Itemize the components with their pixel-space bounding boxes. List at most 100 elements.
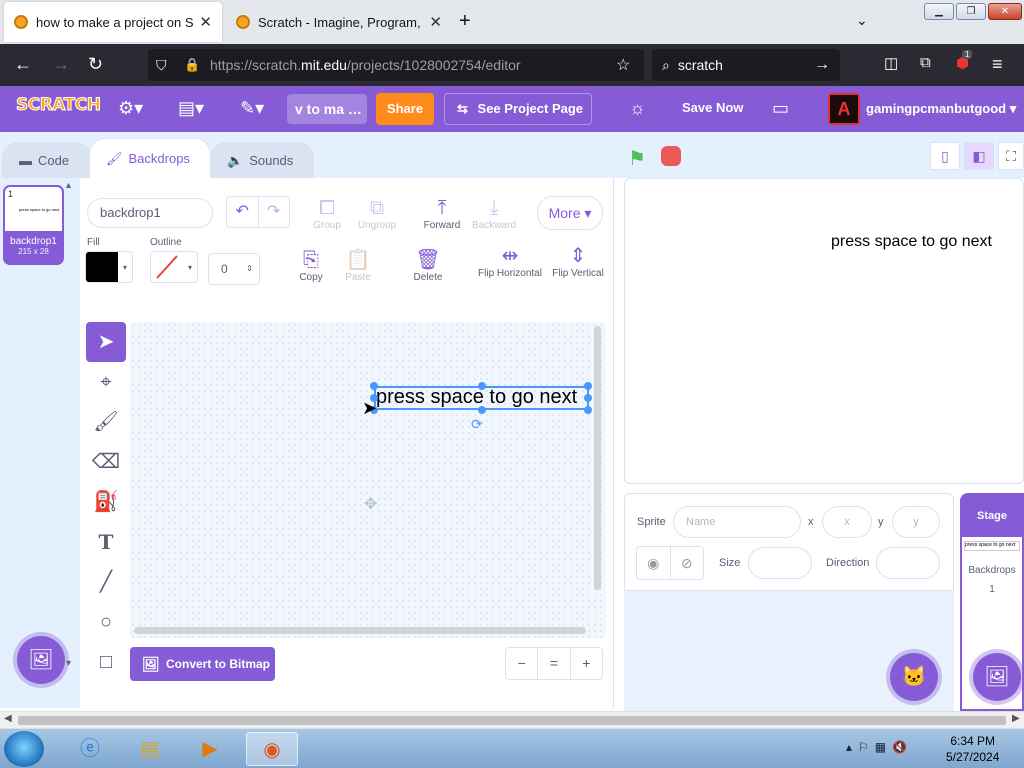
convert-to-bitmap-button[interactable]: 🖼 Convert to Bitmap	[130, 647, 275, 681]
avatar[interactable]: A	[828, 93, 860, 125]
my-stuff-folder-icon[interactable]: ▭	[772, 98, 789, 119]
resize-handle[interactable]	[584, 382, 592, 390]
green-flag-icon[interactable]: ⚑	[628, 146, 646, 171]
size-input[interactable]	[748, 547, 812, 579]
media-player-icon[interactable]: ▶	[184, 732, 236, 766]
list-all-tabs-icon[interactable]: ⌄	[856, 12, 868, 29]
url-bar[interactable]: ⛉ 🔒 https://scratch.mit.edu/projects/102…	[148, 49, 644, 81]
ungroup-button[interactable]: ⧉ Ungroup	[350, 196, 404, 231]
shield-icon[interactable]: ⛉	[156, 57, 167, 74]
stroke-width-input[interactable]: 0 ⇕	[208, 253, 260, 285]
canvas-horizontal-scrollbar[interactable]	[134, 627, 586, 634]
backdrop-tile[interactable]: 1 press space to go next backdrop1 215 x…	[3, 185, 64, 265]
tab-backdrops[interactable]: 🖌 Backdrops	[89, 138, 211, 178]
rotate-handle-icon[interactable]: ⟳	[471, 416, 483, 433]
small-stage-icon[interactable]: ▯	[930, 142, 960, 170]
paste-button[interactable]: 📋 Paste	[331, 248, 385, 283]
line-tool-icon[interactable]: ╱	[86, 562, 126, 602]
outline-color-picker[interactable]: ▾	[150, 251, 198, 283]
scroll-down-icon[interactable]: ▾	[66, 658, 71, 669]
close-tab-icon[interactable]: ✕	[199, 13, 212, 31]
backward-button[interactable]: ⤓ Backward	[467, 196, 521, 231]
scroll-right-icon[interactable]: ▶	[1012, 713, 1020, 724]
tab-code[interactable]: ▬ Code	[2, 142, 92, 178]
show-eye-icon[interactable]: ◉	[637, 547, 671, 579]
clock[interactable]: 6:34 PM 5/27/2024	[946, 733, 999, 765]
eraser-tool-icon[interactable]: ⌫	[86, 442, 126, 482]
bookmark-star-icon[interactable]: ☆	[616, 55, 630, 75]
browser-tab-scratch[interactable]: Scratch - Imagine, Program, Share ✕	[226, 2, 452, 42]
reload-icon[interactable]: ↻	[88, 54, 103, 75]
resize-handle[interactable]	[584, 394, 592, 402]
resize-handle[interactable]	[478, 382, 486, 390]
x-input[interactable]: x	[822, 506, 872, 538]
text-tool-icon[interactable]: T	[86, 522, 126, 562]
normal-stage-icon[interactable]: ◧	[964, 142, 994, 170]
y-input[interactable]: y	[892, 506, 940, 538]
back-icon[interactable]: ←	[14, 54, 32, 75]
hide-eye-icon[interactable]: ⊘	[671, 547, 704, 579]
pocket-icon[interactable]: ◫	[884, 54, 898, 72]
scroll-thumb[interactable]	[18, 716, 1006, 725]
close-window-icon[interactable]: ✕	[988, 3, 1022, 20]
choose-sprite-button[interactable]: 🐱	[890, 653, 938, 701]
sprite-name-input[interactable]: Name	[673, 506, 801, 538]
page-horizontal-scrollbar[interactable]: ◀ ▶	[0, 711, 1024, 728]
show-hidden-icons-icon[interactable]: ▴	[846, 740, 852, 754]
forward-button[interactable]: ⤒ Forward	[415, 196, 469, 231]
search-bar[interactable]: ⌕ scratch →	[652, 49, 840, 81]
stage-canvas[interactable]	[624, 178, 1024, 484]
extensions-icon[interactable]: ⧉	[920, 54, 931, 71]
zoom-in-icon[interactable]: +	[571, 648, 602, 679]
zoom-out-icon[interactable]: −	[506, 648, 539, 679]
circle-tool-icon[interactable]: ○	[86, 602, 126, 642]
scratch-logo[interactable]: SCRATCH	[16, 95, 102, 123]
direction-input[interactable]	[876, 547, 940, 579]
choose-backdrop-stage-button[interactable]: 🖼	[973, 653, 1021, 701]
zoom-reset-icon[interactable]: =	[538, 648, 571, 679]
file-explorer-icon[interactable]: ▤	[124, 732, 176, 766]
project-title-input[interactable]: v to ma …	[287, 94, 367, 124]
more-button[interactable]: More ▾	[537, 196, 603, 230]
stop-sign-icon[interactable]	[661, 146, 681, 166]
scroll-left-icon[interactable]: ◀	[4, 713, 12, 724]
browser-tab-tutorial[interactable]: how to make a project on Scratch ✕	[4, 2, 222, 42]
hamburger-menu-icon[interactable]: ≡	[992, 54, 1003, 75]
tab-sounds[interactable]: 🔈 Sounds	[210, 142, 314, 178]
network-icon[interactable]: ▦	[875, 740, 886, 754]
group-button[interactable]: ⧠ Group	[300, 196, 354, 231]
fill-color-picker[interactable]: ▾	[85, 251, 133, 283]
maximize-icon[interactable]: ❐	[956, 3, 986, 20]
fill-tool-icon[interactable]: ⛽	[86, 482, 126, 522]
new-tab-icon[interactable]: +	[459, 10, 471, 33]
see-project-page-button[interactable]: ⇆ See Project Page	[444, 93, 592, 125]
edit-menu-icon[interactable]: ✎▾	[240, 98, 264, 119]
resize-handle[interactable]	[478, 406, 486, 414]
delete-button[interactable]: 🗑 Delete	[401, 248, 455, 283]
redo-icon[interactable]: ↷	[259, 197, 290, 227]
canvas-text[interactable]: press space to go next	[376, 386, 577, 409]
resize-handle[interactable]	[584, 406, 592, 414]
stepper-icon[interactable]: ⇕	[246, 254, 253, 284]
save-now-button[interactable]: Save Now	[682, 100, 743, 115]
fullscreen-icon[interactable]: ⛶	[998, 142, 1024, 170]
firefox-icon[interactable]: ◉	[246, 732, 298, 766]
paint-canvas[interactable]: press space to go next ⟳ ➤ ✥	[130, 322, 606, 638]
select-tool-icon[interactable]: ➤	[86, 322, 126, 362]
backdrop-name-input[interactable]: backdrop1	[87, 198, 213, 228]
settings-gear-icon[interactable]: ⚙▾	[118, 98, 143, 119]
internet-explorer-icon[interactable]: ⓔ	[64, 732, 116, 766]
reshape-tool-icon[interactable]: ⌖	[86, 362, 126, 402]
forward-icon[interactable]: →	[52, 54, 70, 75]
search-go-icon[interactable]: →	[814, 56, 830, 74]
rectangle-tool-icon[interactable]: □	[86, 642, 126, 682]
choose-backdrop-button[interactable]: 🖼	[17, 636, 65, 684]
close-tab-icon[interactable]: ✕	[429, 13, 442, 31]
start-button-icon[interactable]	[4, 731, 44, 767]
brush-tool-icon[interactable]: 🖌	[86, 402, 126, 442]
copy-button[interactable]: ⎘ Copy	[284, 248, 338, 283]
file-menu-icon[interactable]: ▤▾	[178, 98, 204, 119]
theme-lightbulb-icon[interactable]: ☼	[629, 98, 646, 119]
action-center-flag-icon[interactable]: ⚐	[858, 740, 869, 754]
account-menu[interactable]: gamingpcmanbutgood ▾	[866, 101, 1016, 117]
